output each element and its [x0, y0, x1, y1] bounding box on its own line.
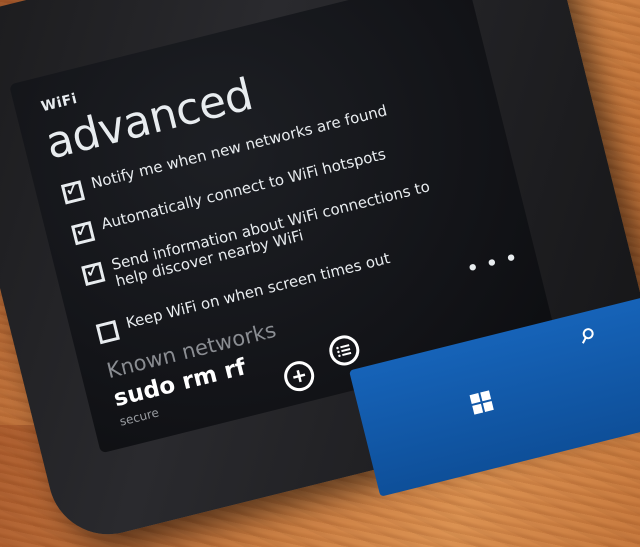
checkbox-auto-connect-hotspots[interactable]: ✓	[71, 216, 96, 246]
checkbox-send-wifi-info[interactable]: ✓	[81, 256, 106, 287]
windows-icon[interactable]	[468, 389, 496, 421]
checkmark-icon: ✓	[61, 174, 84, 203]
list-button[interactable]	[326, 332, 363, 369]
phone-body: WiFi advanced ✓ Notify me when new netwo…	[0, 0, 640, 547]
checkmark-icon: ✓	[71, 215, 94, 243]
checkbox-notify-new-networks[interactable]: ✓	[60, 174, 86, 205]
more-icon[interactable]: • • •	[465, 247, 521, 280]
add-button[interactable]	[280, 357, 318, 395]
search-icon[interactable]	[578, 326, 599, 350]
add-icon	[293, 370, 306, 383]
list-icon	[336, 344, 352, 357]
checkmark-icon: ✓	[81, 256, 104, 284]
